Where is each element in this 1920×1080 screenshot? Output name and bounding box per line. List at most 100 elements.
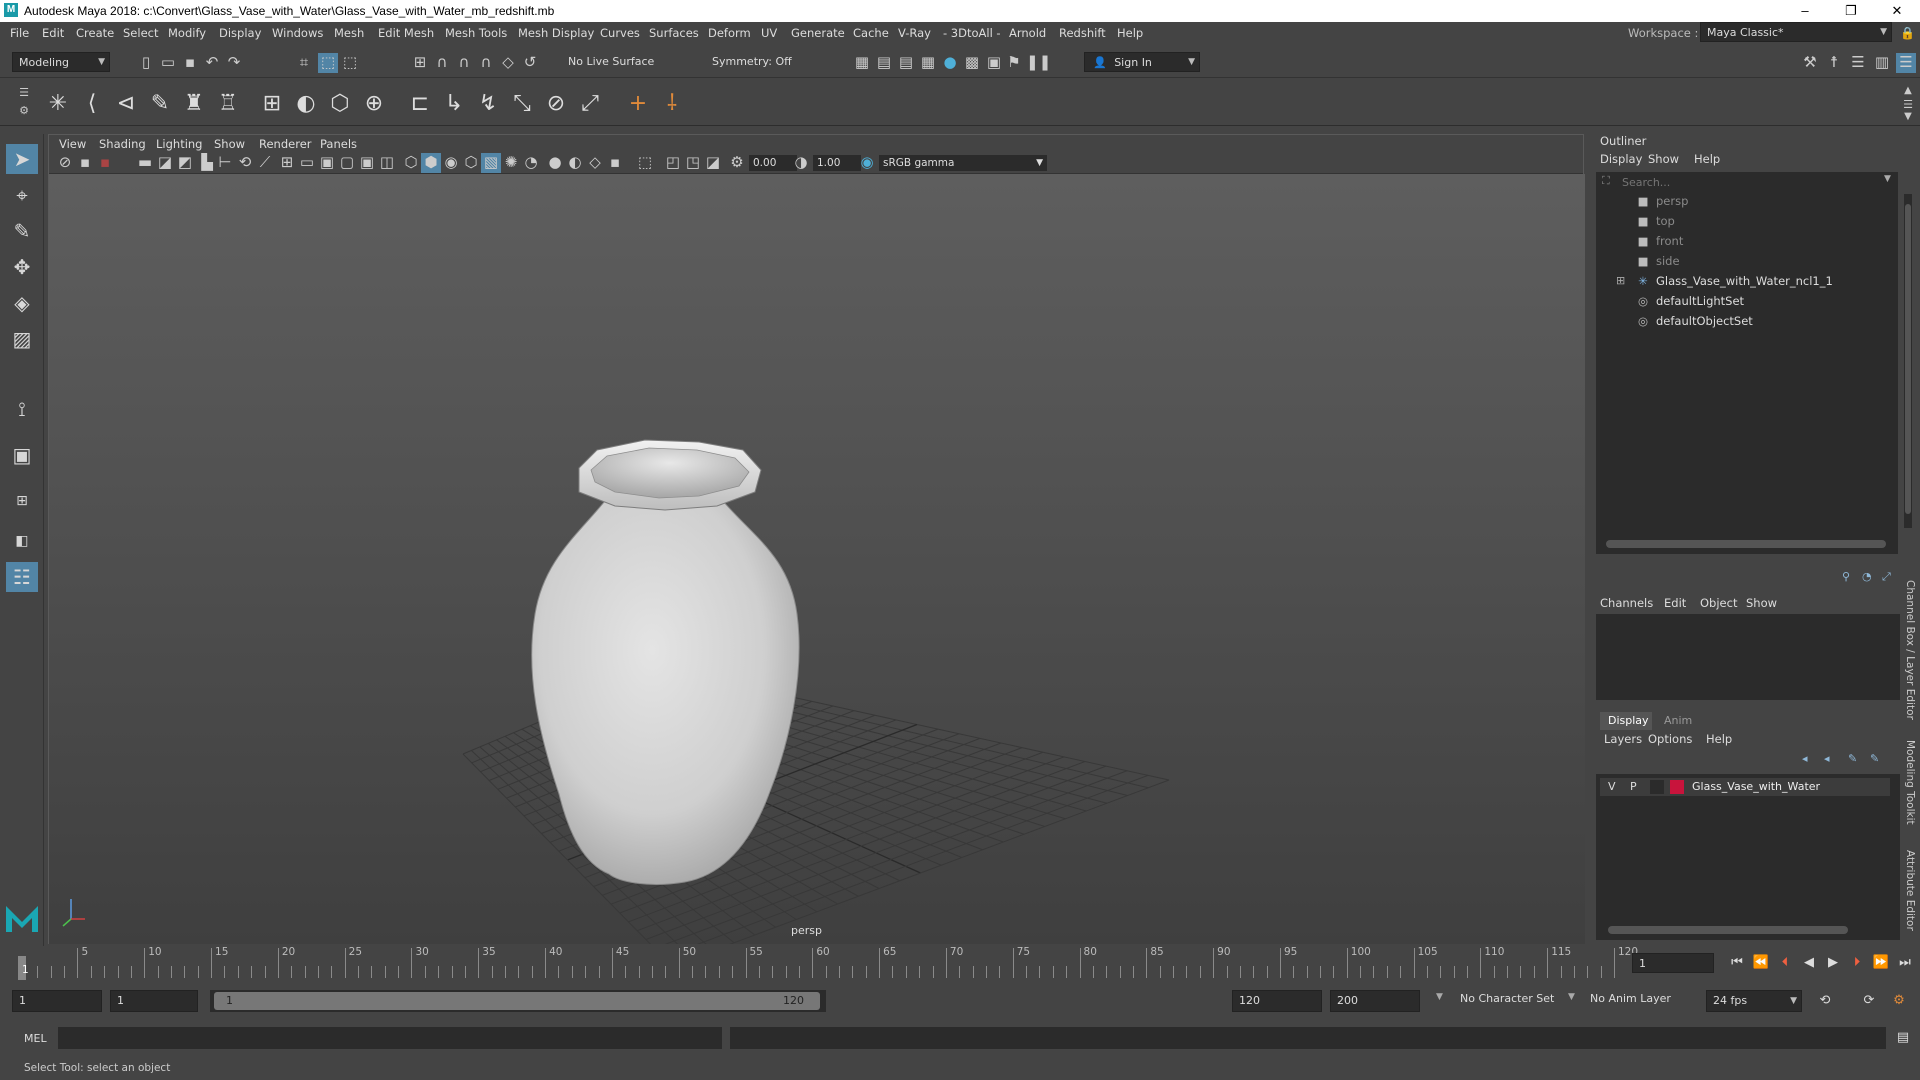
wireframe-icon[interactable]: ▢ <box>337 153 357 173</box>
minimize-button[interactable]: – <box>1782 0 1828 22</box>
point-constraint-icon[interactable]: ↯ <box>474 90 502 118</box>
vp-menu-panels[interactable]: Panels <box>320 137 357 151</box>
menu-mesh-tools[interactable]: Mesh Tools <box>445 26 507 40</box>
layer-type-toggle[interactable] <box>1650 780 1664 794</box>
range-slider-handle[interactable]: 1 120 <box>214 992 820 1010</box>
animation-prefs-icon[interactable]: ⚙ <box>1890 992 1908 1010</box>
expand-icon[interactable]: ⊞ <box>1616 274 1625 287</box>
animation-end-field[interactable]: 200 <box>1330 990 1420 1012</box>
outliner-item-vase-group[interactable]: ✳ Glass_Vase_with_Water_ncl1_1 <box>1636 274 1833 288</box>
cluster-icon[interactable]: ⊕ <box>360 90 388 118</box>
vp-menu-view[interactable]: View <box>59 137 86 151</box>
quick-rig-icon[interactable]: ♜ <box>180 90 208 118</box>
scroll-thumb[interactable] <box>1905 204 1911 514</box>
render-view-icon[interactable]: ▦ <box>852 53 872 73</box>
playback-start-field[interactable]: 1 <box>110 990 198 1012</box>
orient-joint-icon[interactable]: ⊏ <box>406 90 434 118</box>
xray-icon[interactable]: ▧ <box>481 153 501 173</box>
wireframe-on-shaded-icon[interactable]: ◫ <box>377 153 397 173</box>
auto-key-icon[interactable]: ⟳ <box>1860 992 1878 1010</box>
channel-icon-1[interactable]: ⚲ <box>1842 570 1850 583</box>
side-tab-channel-box[interactable]: Channel Box / Layer Editor <box>1904 580 1916 720</box>
layers-menu-options[interactable]: Options <box>1648 732 1692 746</box>
pause-icon[interactable]: ❚❚ <box>1026 53 1051 73</box>
menu-create[interactable]: Create <box>76 26 114 40</box>
menu-3dtoall[interactable]: - 3DtoAll - <box>943 26 1001 40</box>
step-forward-frame-icon[interactable]: ⏵ <box>1848 954 1866 972</box>
paint-select-icon[interactable]: ✎ <box>6 216 38 246</box>
shelf-settings-icon[interactable]: ☰ <box>14 84 34 104</box>
menu-edit-mesh[interactable]: Edit Mesh <box>378 26 434 40</box>
render-frame-icon[interactable]: ▤ <box>874 53 894 73</box>
gate-mask-icon[interactable]: ⟋ <box>255 153 275 173</box>
menu-file[interactable]: File <box>10 26 29 40</box>
outliner-layout-icon[interactable]: ☷ <box>6 562 38 592</box>
bookmark-icon[interactable]: ▪ <box>95 153 115 173</box>
orient-constraint-icon[interactable]: ⊘ <box>542 90 570 118</box>
snap-pivot-icon[interactable]: ↺ <box>520 53 540 73</box>
render-settings-icon[interactable]: ▦ <box>918 53 938 73</box>
gamma-field[interactable]: 1.00 <box>813 155 861 171</box>
aim-constraint-icon[interactable]: ⤡ <box>508 90 536 118</box>
menu-display[interactable]: Display <box>219 26 261 40</box>
outliner-item-top[interactable]: ■ top <box>1636 214 1675 228</box>
play-backwards-icon[interactable]: ◀ <box>1800 954 1818 972</box>
tab-anim[interactable]: Anim <box>1664 714 1692 727</box>
channel-icon-2[interactable]: ◔ <box>1862 570 1872 583</box>
maximize-button[interactable]: ❐ <box>1828 0 1874 22</box>
lock-icon[interactable]: 🔒 <box>1900 26 1915 40</box>
tool-settings-icon[interactable]: ▥ <box>1872 53 1892 73</box>
move-layer-down-icon[interactable]: ◂ <box>1824 752 1830 765</box>
menu-redshift[interactable]: Redshift <box>1059 26 1106 40</box>
step-forward-key-icon[interactable]: ⏩ <box>1872 954 1890 972</box>
outliner-menu-show[interactable]: Show <box>1648 152 1679 166</box>
scale-tool-icon[interactable]: ▨ <box>6 324 38 354</box>
gamma-icon[interactable]: ◑ <box>791 153 811 173</box>
step-back-key-icon[interactable]: ⏪ <box>1752 954 1770 972</box>
camera-select-icon[interactable]: ⊘ <box>55 153 75 173</box>
menu-surfaces[interactable]: Surfaces <box>649 26 699 40</box>
menu-select[interactable]: Select <box>123 26 158 40</box>
scroll-down-icon[interactable]: ▼ <box>1898 108 1918 128</box>
lattice-icon[interactable]: ⬡ <box>326 90 354 118</box>
outliner-hscrollbar[interactable] <box>1606 540 1886 548</box>
layer-name[interactable]: Glass_Vase_with_Water <box>1692 780 1820 793</box>
command-input[interactable] <box>58 1027 722 1049</box>
hypershade-icon[interactable]: ● <box>940 53 960 73</box>
isolate-icon[interactable]: ◇ <box>585 153 605 173</box>
ipr-render-icon[interactable]: ▤ <box>896 53 916 73</box>
show-manipulator-icon[interactable]: ⟟ <box>6 394 38 424</box>
select-component-icon[interactable]: ⬚ <box>340 53 360 73</box>
menu-deform[interactable]: Deform <box>708 26 751 40</box>
fps-dropdown[interactable]: 24 fps ▼ <box>1706 990 1802 1012</box>
menu-generate[interactable]: Generate <box>791 26 845 40</box>
safe-action-icon[interactable]: ▭ <box>297 153 317 173</box>
playback-end-field[interactable]: 120 <box>1232 990 1322 1012</box>
open-scene-icon[interactable]: ▭ <box>158 53 178 73</box>
parent-constraint-icon[interactable]: ⤢ <box>576 90 604 118</box>
layers-menu-layers[interactable]: Layers <box>1604 732 1642 746</box>
vp-menu-lighting[interactable]: Lighting <box>156 137 202 151</box>
attribute-editor-icon[interactable]: ☰ <box>1848 53 1868 73</box>
menu-uv[interactable]: UV <box>761 26 777 40</box>
motion-blur-icon[interactable]: ● <box>545 153 565 173</box>
shaded-icon[interactable]: ⬢ <box>421 153 441 173</box>
outliner-item-objectset[interactable]: ◎ defaultObjectSet <box>1636 314 1753 328</box>
snap-curve-icon[interactable]: ∩ <box>432 53 452 73</box>
view-transform-icon[interactable]: ◉ <box>857 153 877 173</box>
range-slider[interactable]: 1 120 <box>210 990 826 1012</box>
select-object-icon[interactable]: ⬚ <box>318 53 338 73</box>
channel-icon-3[interactable]: ⤢ <box>1882 570 1891 584</box>
script-language-label[interactable]: MEL <box>24 1032 47 1045</box>
undo-icon[interactable]: ↶ <box>202 53 222 73</box>
xray-joints-icon[interactable]: ◰ <box>663 153 683 173</box>
depth-of-field-icon[interactable]: ▪ <box>605 153 625 173</box>
animation-start-field[interactable]: 1 <box>12 990 102 1012</box>
paint-weights-icon[interactable]: ⊞ <box>258 90 286 118</box>
render-setup-icon[interactable]: ▩ <box>962 53 982 73</box>
bind-skin-icon[interactable]: ✎ <box>146 90 174 118</box>
rotate-tool-icon[interactable]: ◈ <box>6 288 38 318</box>
current-frame-field[interactable]: 1 <box>1632 953 1714 973</box>
outliner-item-front[interactable]: ■ front <box>1636 234 1684 248</box>
menu-vray[interactable]: V-Ray <box>898 26 931 40</box>
